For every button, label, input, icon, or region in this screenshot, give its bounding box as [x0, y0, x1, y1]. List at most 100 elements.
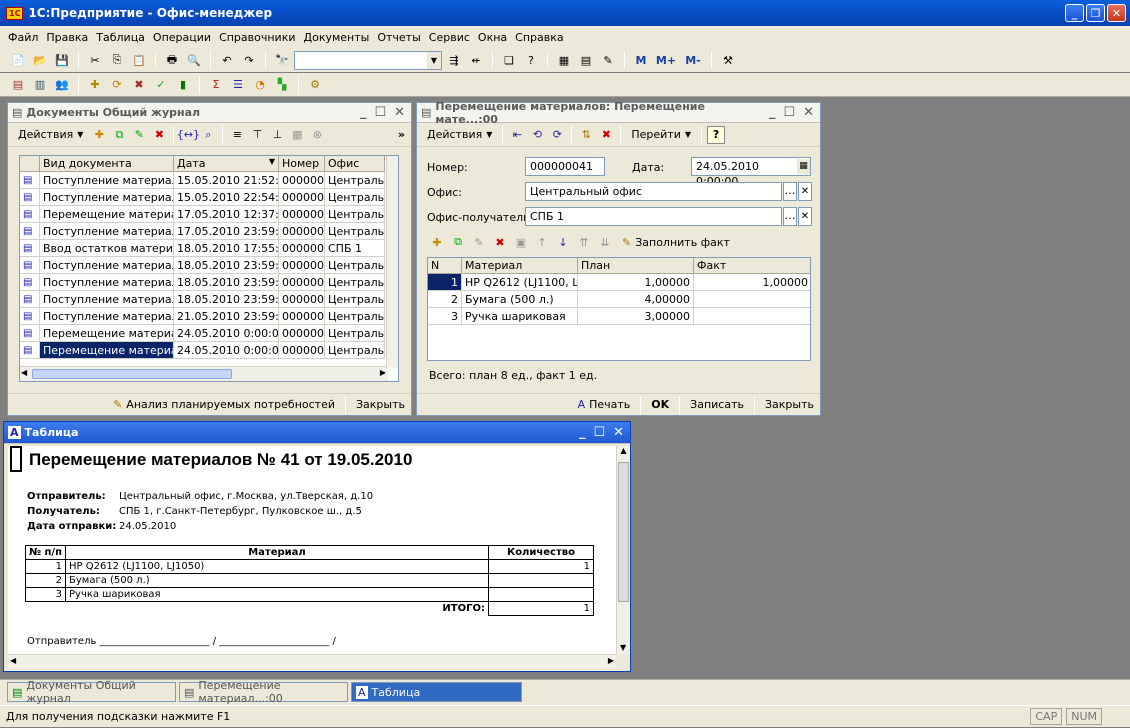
scroll-right-icon[interactable]: ▶ [608, 656, 614, 665]
new-icon[interactable]: 📄 [9, 51, 27, 69]
task-journal[interactable]: ▤ Документы Общий журнал [7, 679, 176, 705]
move-up-icon[interactable]: ↑ [533, 233, 551, 251]
settings-icon[interactable]: ⚙ [306, 76, 324, 94]
vertical-scrollbar[interactable]: ▲ ▼ [616, 446, 630, 654]
copy-row-icon[interactable]: ⧉ [110, 126, 128, 144]
material-cell[interactable] [694, 291, 810, 308]
minimize-button[interactable]: _ [579, 425, 586, 440]
menu-windows[interactable]: Окна [474, 31, 511, 44]
delete-icon[interactable]: ✖ [150, 126, 168, 144]
grid-header-fact[interactable]: Факт [694, 258, 810, 274]
task-table[interactable]: A Таблица [351, 682, 522, 702]
menu-reports[interactable]: Отчеты [373, 31, 424, 44]
find-icon[interactable]: 🔭 [273, 51, 291, 69]
grid-header-number[interactable]: Номер [279, 156, 325, 172]
find-prev-icon[interactable]: ⇷ [467, 51, 485, 69]
journal-row[interactable]: ▤Поступление материалов18.05.2010 23:59:… [20, 274, 398, 291]
menu-table[interactable]: Таблица [92, 31, 149, 44]
add-icon[interactable]: ✚ [90, 126, 108, 144]
grid-header-type[interactable]: Вид документа [40, 156, 174, 172]
copy-row-icon[interactable]: ⧉ [449, 233, 467, 251]
material-row[interactable]: 3 Ручка шариковая 3,00000 [428, 308, 810, 325]
material-cell[interactable]: Бумага (500 л.) [462, 291, 578, 308]
graph-icon[interactable]: ▚ [273, 76, 291, 94]
actions-button[interactable]: Действия ▼ [12, 128, 89, 141]
edit-icon[interactable]: ✎ [130, 126, 148, 144]
print-icon[interactable]: 🖶 [163, 51, 181, 69]
minimize-button[interactable]: _ [1065, 4, 1084, 22]
receipt-icon[interactable]: ✚ [86, 76, 104, 94]
material-cell[interactable]: Ручка шариковая [462, 308, 578, 325]
close-button[interactable]: ✕ [613, 425, 624, 440]
close-transfer-button[interactable]: Закрыть [759, 398, 820, 411]
goto-button[interactable]: Перейти ▼ [625, 128, 697, 141]
menu-file[interactable]: Файл [4, 31, 42, 44]
material-cell[interactable]: 4,00000 [578, 291, 694, 308]
material-row[interactable]: 2 Бумага (500 л.) 4,00000 [428, 291, 810, 308]
print-button[interactable]: A Печать [572, 398, 637, 411]
filter-clear-icon[interactable]: ⊥ [268, 126, 286, 144]
recv-office-field[interactable]: СПБ 1 [525, 207, 782, 226]
menu-catalogs[interactable]: Справочники [215, 31, 299, 44]
clipboard-icon[interactable]: ✎ [599, 51, 617, 69]
save-button[interactable]: Записать [684, 398, 750, 411]
save-icon[interactable]: 💾 [53, 51, 71, 69]
reread-icon[interactable]: ⟲ [528, 126, 546, 144]
report-icon[interactable]: Σ [207, 76, 225, 94]
spreadsheet-area[interactable]: Перемещение материалов № 41 от 19.05.201… [8, 446, 616, 654]
sort-desc-icon[interactable]: ⇊ [596, 233, 614, 251]
menu-edit[interactable]: Правка [42, 31, 92, 44]
material-cell[interactable]: 2 [428, 291, 462, 308]
grid-header-n[interactable]: N [428, 258, 462, 274]
scroll-thumb[interactable] [32, 369, 232, 379]
preview-icon[interactable]: 🔍 [185, 51, 203, 69]
end-edit-icon[interactable]: ▣ [512, 233, 530, 251]
grid-header-date[interactable]: Дата ▼ [174, 156, 279, 172]
journal-row[interactable]: ▤Поступление материалов18.05.2010 23:59:… [20, 257, 398, 274]
journal-row[interactable]: ▤Ввод остатков материа...18.05.2010 17:5… [20, 240, 398, 257]
memory-add-button[interactable]: M+ [654, 51, 678, 69]
journal-row[interactable]: ▤ Перемещение материа... 17.05.2010 12:37:… [20, 206, 398, 223]
material-row[interactable]: 1 HP Q2612 (LJ1100, L... 1,00000 1,00000 [428, 274, 810, 291]
menu-service[interactable]: Сервис [425, 31, 474, 44]
transfer-icon[interactable]: ⟳ [108, 76, 126, 94]
actions-button[interactable]: Действия ▼ [421, 128, 498, 141]
chart-icon[interactable]: ◔ [251, 76, 269, 94]
analysis-button[interactable]: ✎ Анализ планируемых потребностей [107, 398, 341, 411]
journal-row[interactable]: ▤ Перемещение материа... 24.05.2010 0:00:0… [20, 325, 398, 342]
material-cell[interactable]: 1,00000 [694, 274, 810, 291]
unpost-icon[interactable]: ✖ [597, 126, 615, 144]
vertical-scrollbar[interactable] [386, 156, 398, 368]
paste-icon[interactable]: 📋 [130, 51, 148, 69]
find-icon[interactable]: ⌕ [199, 126, 217, 144]
office-clear-icon[interactable]: ✕ [798, 182, 812, 201]
date-field[interactable]: 24.05.2010 0:00:00▦ [691, 157, 811, 188]
book-icon[interactable]: ▮ [174, 76, 192, 94]
calendar-icon[interactable]: ▤ [577, 51, 595, 69]
cut-icon[interactable]: ✂ [86, 51, 104, 69]
calculator-icon[interactable]: ▦ [555, 51, 573, 69]
menu-help[interactable]: Справка [511, 31, 567, 44]
journal-row[interactable]: ▤Поступление материалов18.05.2010 23:59:… [20, 291, 398, 308]
chevron-down-icon[interactable]: ▼ [427, 51, 441, 69]
materials-icon[interactable]: ▥ [31, 76, 49, 94]
delete-row-icon[interactable]: ✖ [491, 233, 509, 251]
recv-office-select-button[interactable]: … [783, 207, 797, 226]
more-icon[interactable]: » [398, 128, 411, 141]
close-button[interactable]: ✕ [394, 105, 405, 120]
edit-row-icon[interactable]: ✎ [470, 233, 488, 251]
task-transfer[interactable]: ▤ Перемещение материал...:00 [179, 679, 348, 705]
menu-documents[interactable]: Документы [300, 31, 374, 44]
minimize-button[interactable]: _ [360, 105, 367, 120]
material-cell[interactable]: 1 [428, 274, 462, 291]
scroll-thumb[interactable] [618, 462, 629, 602]
memory-sub-button[interactable]: M- [682, 51, 704, 69]
users-icon[interactable]: 👥 [53, 76, 71, 94]
filter-icon[interactable]: ⊤ [248, 126, 266, 144]
fill-fact-button[interactable]: ✎ Заполнить факт [616, 236, 736, 249]
calendar-icon[interactable]: ▦ [797, 159, 810, 174]
grid-header-material[interactable]: Материал [462, 258, 578, 274]
journal-icon[interactable]: ▤ [9, 76, 27, 94]
journal-row[interactable]: ▤Поступление материалов15.05.2010 21:52:… [20, 172, 398, 189]
horizontal-scrollbar[interactable]: ◀ ▶ [20, 366, 388, 381]
